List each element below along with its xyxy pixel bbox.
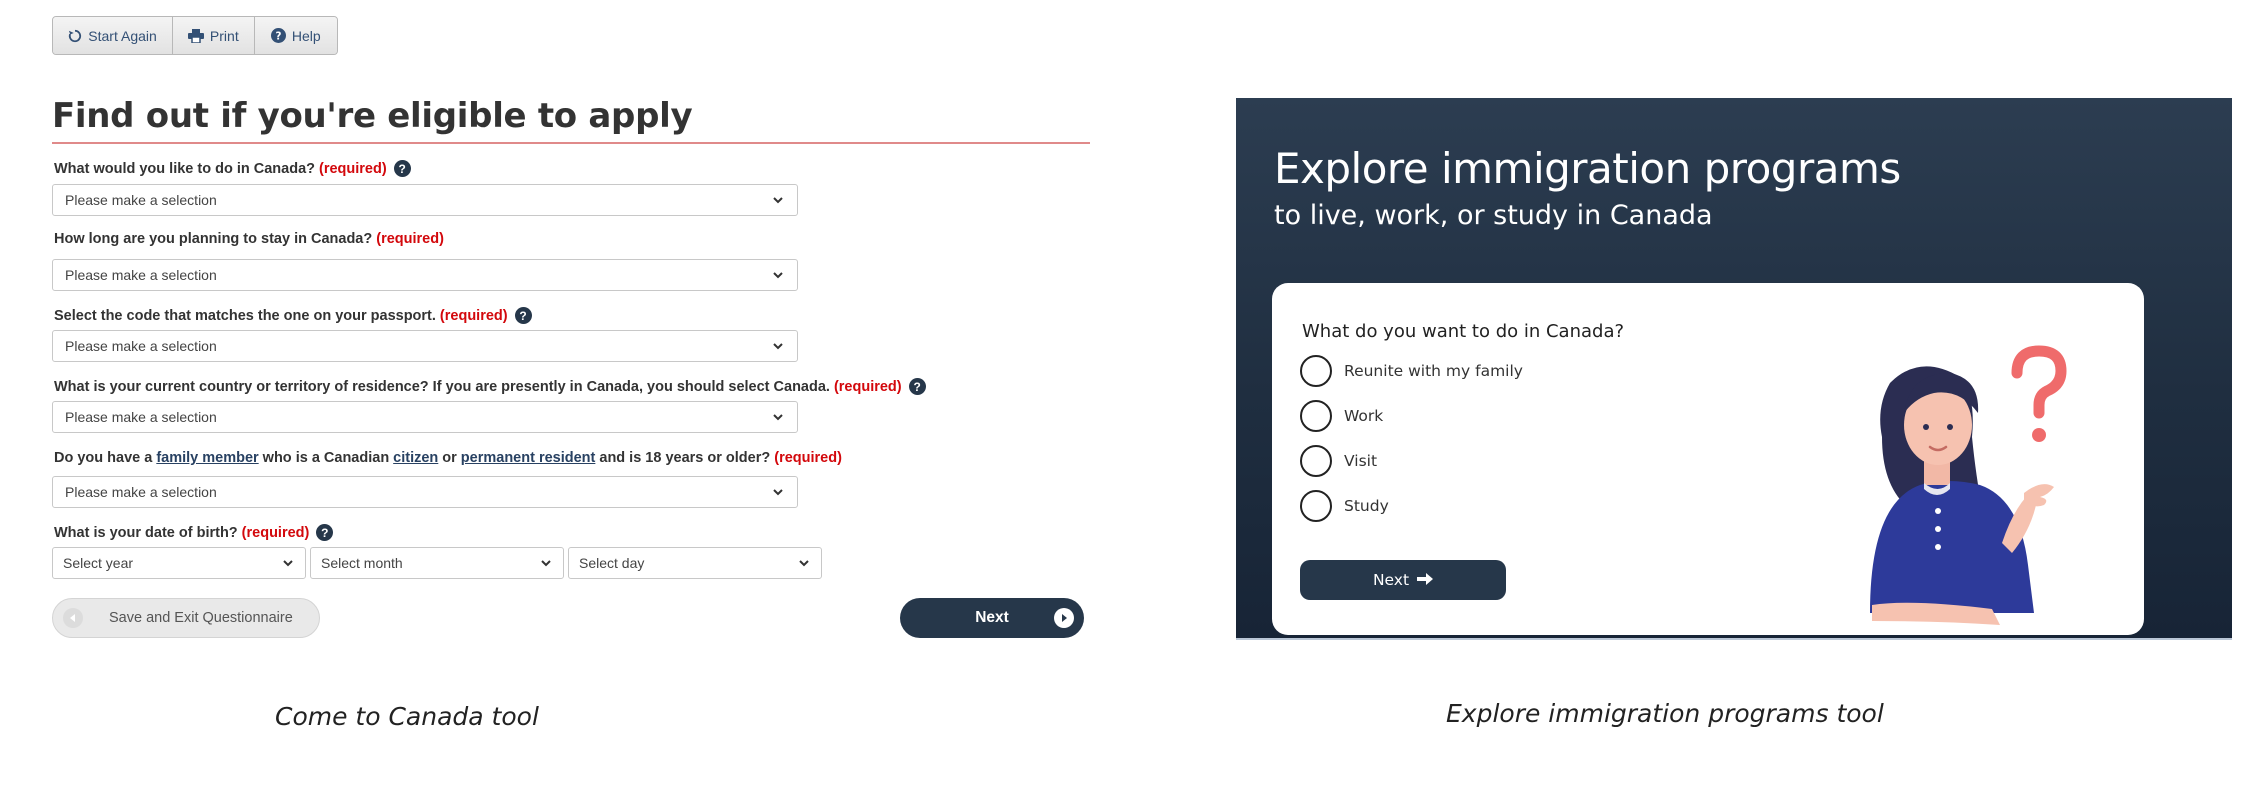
print-label: Print — [209, 27, 239, 44]
required-marker: (required) — [439, 307, 508, 324]
play-icon — [1054, 608, 1074, 628]
passport-code-select[interactable]: Please make a selection — [52, 330, 798, 362]
explore-subtitle: to live, work, or study in Canada — [1274, 200, 1713, 231]
chevron-down-icon — [771, 193, 785, 207]
dob-month-select[interactable]: Select month — [310, 547, 564, 579]
question-label-dob: What is your date of birth? (required) ? — [54, 524, 334, 541]
question-label-family: Do you have a family member who is a Can… — [54, 450, 842, 466]
help-icon[interactable]: ? — [393, 160, 411, 177]
chevron-down-icon — [539, 556, 553, 570]
family-member-link[interactable]: family member — [156, 450, 258, 466]
radio-button[interactable] — [1300, 400, 1332, 432]
option-reunite[interactable]: Reunite with my family — [1300, 355, 1523, 387]
chevron-down-icon — [771, 485, 785, 499]
required-marker: (required) — [774, 450, 842, 466]
required-marker: (required) — [376, 231, 444, 247]
start-again-label: Start Again — [88, 27, 157, 44]
radio-button[interactable] — [1300, 355, 1332, 387]
svg-text:?: ? — [275, 30, 281, 42]
refresh-icon — [68, 29, 82, 43]
help-icon[interactable]: ? — [514, 307, 532, 324]
help-label: Help — [291, 27, 321, 44]
explore-next-button[interactable]: Next — [1300, 560, 1506, 600]
print-icon — [187, 28, 204, 43]
explore-card: What do you want to do in Canada? Reunit… — [1272, 283, 2144, 635]
residence-select[interactable]: Please make a selection — [52, 401, 798, 433]
question-label-passport: Select the code that matches the one on … — [54, 307, 532, 324]
question-circle-icon: ? — [270, 28, 286, 43]
dob-year-select[interactable]: Select year — [52, 547, 306, 579]
required-marker: (required) — [241, 524, 310, 541]
save-exit-button[interactable]: Save and Exit Questionnaire — [52, 598, 320, 638]
chevron-down-icon — [281, 556, 295, 570]
page-title: Find out if you're eligible to apply — [52, 96, 1090, 144]
help-icon[interactable]: ? — [908, 378, 926, 395]
duration-select[interactable]: Please make a selection — [52, 259, 798, 291]
question-label-duration: How long are you planning to stay in Can… — [54, 231, 444, 247]
arrow-left-icon — [63, 608, 83, 628]
required-marker: (required) — [319, 160, 387, 177]
print-button[interactable]: Print — [172, 17, 254, 54]
divider — [1236, 638, 2232, 640]
explore-question: What do you want to do in Canada? — [1302, 321, 1625, 342]
chevron-down-icon — [771, 339, 785, 353]
explore-banner: Explore immigration programs to live, wo… — [1236, 98, 2232, 638]
chevron-down-icon — [771, 268, 785, 282]
help-icon[interactable]: ? — [316, 524, 334, 541]
toolbar: Start Again Print ? Help — [52, 16, 338, 55]
explore-title: Explore immigration programs — [1274, 144, 1901, 193]
question-label-activity: What would you like to do in Canada? (re… — [54, 160, 411, 177]
option-visit[interactable]: Visit — [1300, 445, 1377, 477]
question-label-residence: What is your current country or territor… — [54, 378, 926, 395]
next-button[interactable]: Next — [900, 598, 1084, 638]
option-work[interactable]: Work — [1300, 400, 1383, 432]
option-study[interactable]: Study — [1300, 490, 1389, 522]
caption-come-to-canada: Come to Canada tool — [275, 702, 539, 731]
caption-explore-programs: Explore immigration programs tool — [1446, 699, 1884, 728]
activity-select[interactable]: Please make a selection — [52, 184, 798, 216]
chevron-down-icon — [771, 410, 785, 424]
dob-day-select[interactable]: Select day — [568, 547, 822, 579]
radio-button[interactable] — [1300, 490, 1332, 522]
required-marker: (required) — [833, 378, 902, 395]
arrow-right-icon — [1417, 571, 1434, 589]
family-select[interactable]: Please make a selection — [52, 476, 798, 508]
woman-question-illustration — [1870, 345, 2067, 625]
chevron-down-icon — [797, 556, 811, 570]
radio-button[interactable] — [1300, 445, 1332, 477]
citizen-link[interactable]: citizen — [393, 450, 438, 466]
help-button[interactable]: ? Help — [253, 17, 337, 54]
start-again-button[interactable]: Start Again — [53, 17, 173, 54]
permanent-resident-link[interactable]: permanent resident — [461, 450, 596, 466]
